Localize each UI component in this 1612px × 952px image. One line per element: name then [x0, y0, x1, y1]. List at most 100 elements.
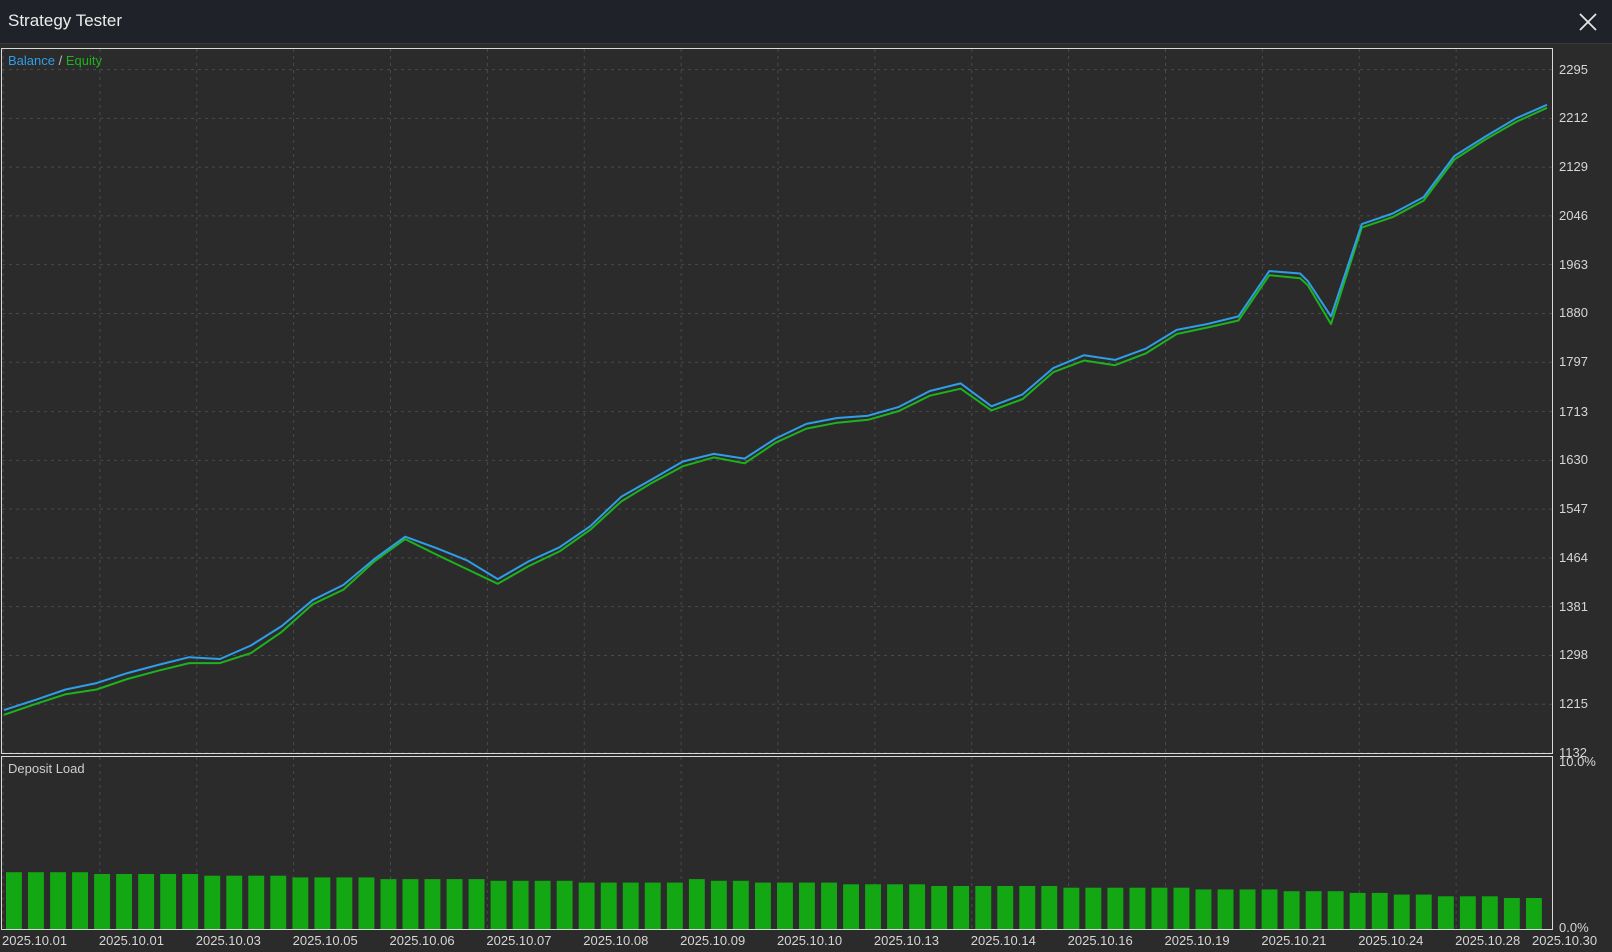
deposit-load-bar	[160, 874, 177, 929]
x-tick-label: 2025.10.08	[583, 933, 649, 948]
deposit-load-bar	[446, 879, 463, 929]
deposit-load-bar	[1305, 891, 1322, 929]
deposit-load-bar	[248, 875, 265, 929]
deposit-load-bar	[997, 886, 1014, 929]
deposit-load-bar	[799, 882, 815, 929]
deposit-load-bar	[865, 884, 881, 929]
y-tick-label: 2046	[1559, 207, 1588, 223]
deposit-load-bar	[777, 882, 793, 929]
deposit-load-bar	[953, 886, 970, 929]
deposit-load-bar	[424, 879, 441, 929]
y-tick-label: 2212	[1559, 110, 1588, 126]
x-tick-label: 2025.10.14	[970, 933, 1036, 948]
deposit-load-bar	[534, 880, 551, 929]
y-tick-label: 1797	[1559, 354, 1588, 370]
deposit-load-bar	[1371, 892, 1388, 929]
deposit-load-bar	[50, 872, 66, 929]
y-tick-label: 1547	[1559, 501, 1588, 517]
deposit-load-bar	[182, 874, 199, 929]
deposit-load-bar	[909, 884, 926, 929]
deposit-load-bar	[1129, 887, 1146, 929]
x-tick-label: 2025.10.01	[98, 933, 164, 948]
y-tick-label: 1298	[1559, 647, 1588, 663]
deposit-load-bar	[622, 882, 639, 929]
x-tick-label: 2025.10.19	[1164, 933, 1230, 948]
x-tick-label: 2025.10.03	[195, 933, 261, 948]
deposit-load-bar	[138, 874, 155, 929]
deposit-load-bar	[556, 880, 573, 929]
x-tick-label: 2025.10.16	[1067, 933, 1133, 948]
deposit-load-bar	[688, 879, 705, 929]
deposit-load-bar	[666, 882, 683, 929]
deposit-load-bar	[931, 886, 948, 929]
legend-separator: /	[58, 53, 63, 68]
deposit-load-bar	[226, 875, 243, 929]
x-tick-label: 2025.10.06	[389, 933, 455, 948]
deposit-load-bar	[1415, 894, 1432, 929]
deposit-load-bar	[843, 884, 859, 929]
deposit-load-bar	[887, 884, 903, 929]
deposit-load-bar	[490, 880, 507, 929]
deposit-load-bar	[1283, 891, 1300, 929]
deposit-load-bar	[1526, 898, 1542, 929]
deposit-load-bar	[755, 882, 771, 929]
deposit-load-bar	[1437, 896, 1454, 929]
deposit-load-bar	[468, 879, 485, 929]
deposit-load-bar	[644, 882, 661, 929]
x-tick-label: 2025.10.05	[292, 933, 358, 948]
x-tick-label: 2025.10.30	[1532, 933, 1598, 948]
x-tick-label: 2025.10.28	[1455, 933, 1521, 948]
y-tick-label: 1880	[1559, 305, 1588, 321]
deposit-load-bar	[975, 886, 992, 929]
deposit-load-bar	[1063, 887, 1080, 929]
legend-balance[interactable]: Balance	[8, 53, 55, 68]
deposit-y-top-label: 10.0%	[1559, 754, 1596, 769]
x-tick-label: 2025.10.21	[1261, 933, 1327, 948]
deposit-load-bar	[1503, 898, 1520, 929]
chart-legend: Balance / Equity	[8, 53, 102, 68]
deposit-load-bar	[358, 877, 375, 929]
x-tick-label: 2025.10.09	[680, 933, 746, 948]
deposit-load-bar	[204, 875, 221, 929]
balance-line	[3, 103, 1548, 712]
deposit-load-bar	[336, 877, 353, 929]
deposit-load-bar	[1173, 887, 1190, 929]
deposit-load-bar	[72, 872, 88, 929]
x-tick-label: 2025.10.13	[873, 933, 939, 948]
deposit-load-bar	[1085, 887, 1102, 929]
x-tick-label: 2025.10.10	[777, 933, 843, 948]
x-tick-label: 2025.10.01	[2, 933, 68, 948]
deposit-load-bar	[512, 880, 529, 929]
deposit-load-bar	[1195, 889, 1212, 929]
deposit-load-bar	[710, 880, 727, 929]
title-bar: Strategy Tester	[0, 0, 1612, 44]
balance-equity-chart: Balance / Equity	[1, 48, 1553, 754]
y-tick-label: 1464	[1559, 549, 1588, 565]
deposit-load-title: Deposit Load	[8, 761, 85, 776]
deposit-load-bar	[94, 874, 110, 929]
deposit-load-bar	[1459, 896, 1476, 929]
deposit-load-bar	[732, 880, 749, 929]
deposit-load-bar	[402, 879, 419, 929]
y-tick-label: 1630	[1559, 452, 1588, 468]
deposit-load-bar	[1151, 887, 1168, 929]
close-icon[interactable]	[1576, 10, 1600, 34]
deposit-load-bar	[314, 877, 331, 929]
deposit-load-bar	[1393, 894, 1410, 929]
x-tick-label: 2025.10.24	[1358, 933, 1424, 948]
legend-equity[interactable]: Equity	[66, 53, 102, 68]
deposit-load-bar	[6, 872, 22, 929]
y-tick-label: 2129	[1559, 159, 1588, 175]
deposit-load-bar	[578, 882, 595, 929]
x-tick-label: 2025.10.07	[486, 933, 552, 948]
y-tick-label: 1215	[1559, 696, 1588, 712]
deposit-load-bar	[1019, 886, 1036, 929]
deposit-load-bar	[821, 882, 837, 929]
deposit-load-bar	[1349, 892, 1366, 929]
y-tick-label: 1963	[1559, 256, 1588, 272]
deposit-load-bar	[1107, 887, 1124, 929]
y-tick-label: 1381	[1559, 598, 1588, 614]
deposit-load-bar	[600, 882, 617, 929]
y-tick-label: 2295	[1559, 61, 1588, 77]
deposit-load-bar	[1327, 891, 1344, 929]
